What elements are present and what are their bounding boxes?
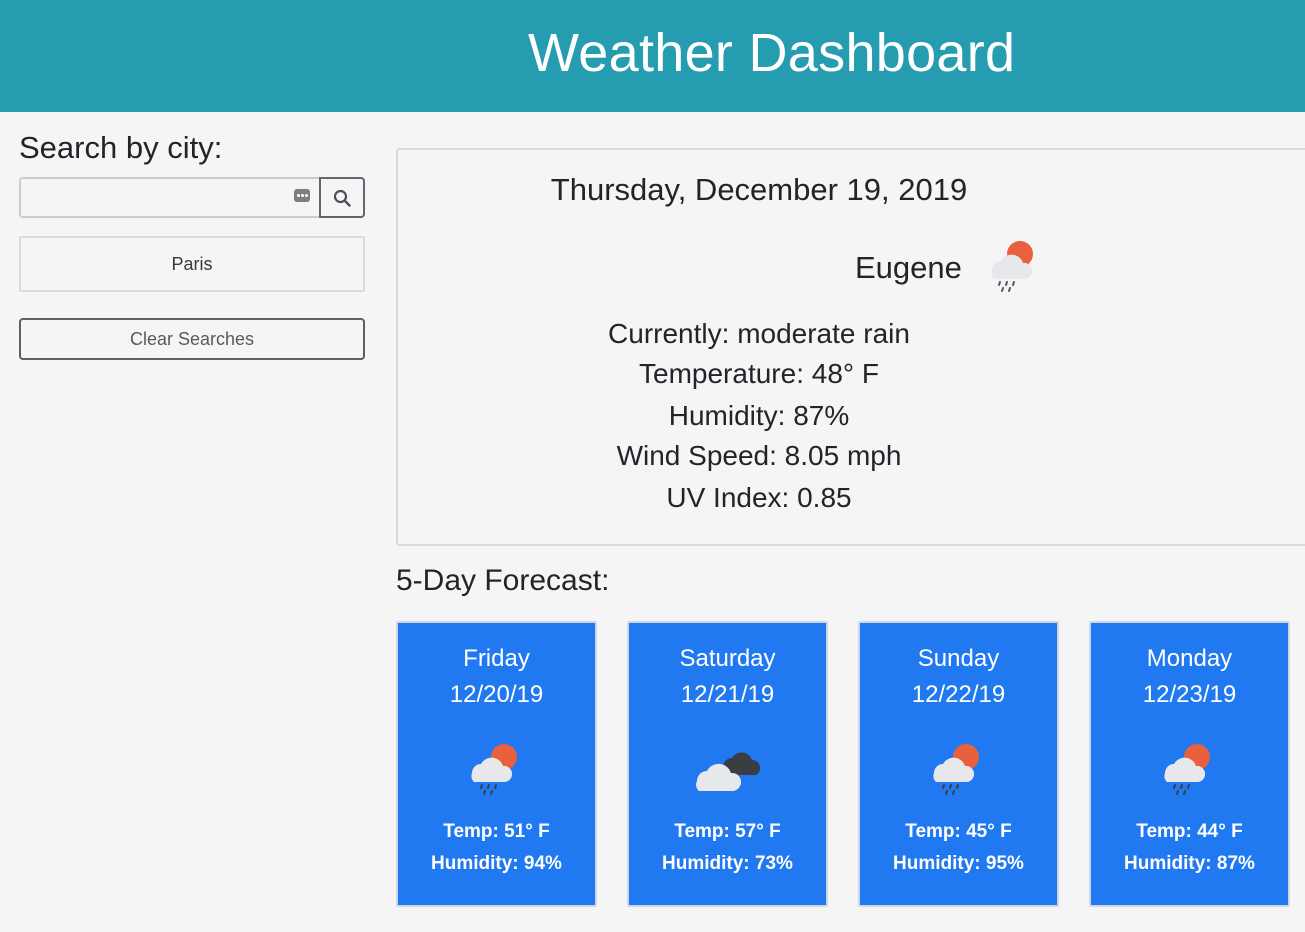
broken-clouds-icon (693, 741, 765, 802)
forecast-date: 12/23/19 (1142, 681, 1237, 708)
forecast-title: 5-Day Forecast: (396, 564, 610, 597)
rain-cloud-sun-icon (1159, 741, 1219, 802)
forecast-date: 12/20/19 (449, 681, 544, 708)
forecast-day: Sunday (917, 645, 1000, 672)
forecast-temp: Temp: 51° F (443, 821, 550, 842)
rain-cloud-sun-icon (982, 238, 1042, 299)
forecast-card: Monday 12/23/19 Temp: 44° F Humidity: 87… (1089, 621, 1290, 907)
forecast-temp: Temp: 57° F (674, 821, 781, 842)
rain-cloud-sun-icon (466, 741, 526, 802)
current-uv-index: UV Index: 0.85 (666, 482, 852, 513)
current-conditions: Currently: moderate rain (608, 318, 910, 349)
history-item-paris[interactable]: Paris (19, 236, 365, 292)
forecast-humidity: Humidity: 87% (1124, 853, 1255, 874)
page-title: Weather Dashboard (528, 23, 1016, 83)
forecast-day: Monday (1146, 645, 1233, 672)
forecast-humidity: Humidity: 95% (893, 853, 1024, 874)
forecast-humidity: Humidity: 94% (431, 853, 562, 874)
current-humidity: Humidity: 87% (668, 400, 850, 431)
forecast-humidity: Humidity: 73% (662, 853, 793, 874)
forecast-card: Friday 12/20/19 Temp: 51° F Humidity: 94… (396, 621, 597, 907)
forecast-day: Saturday (679, 645, 776, 672)
forecast-card: Saturday 12/21/19 Temp: 57° F Humidity: … (627, 621, 828, 907)
rain-cloud-sun-icon (928, 741, 988, 802)
forecast-date: 12/22/19 (911, 681, 1006, 708)
current-temperature: Temperature: 48° F (639, 358, 879, 389)
city-name: Eugene (855, 250, 962, 285)
current-wind-speed: Wind Speed: 8.05 mph (616, 440, 902, 471)
forecast-card: Sunday 12/22/19 Temp: 45° F Humidity: 95… (858, 621, 1059, 907)
current-date: Thursday, December 19, 2019 (550, 172, 968, 207)
forecast-temp: Temp: 44° F (1136, 821, 1243, 842)
current-weather-card: Thursday, December 19, 2019 Eugene Curre… (396, 148, 1305, 546)
header-bar: Weather Dashboard (0, 0, 1305, 112)
search-label: Search by city: (19, 130, 223, 165)
forecast-date: 12/21/19 (680, 681, 775, 708)
forecast-day: Friday (463, 645, 530, 672)
forecast-temp: Temp: 45° F (905, 821, 1012, 842)
